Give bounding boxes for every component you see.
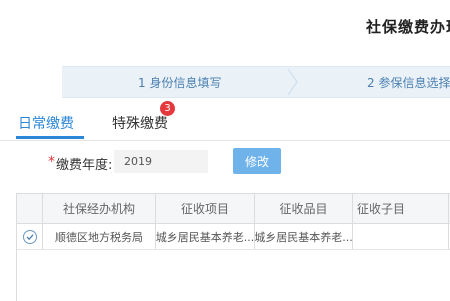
tab-daily-payment[interactable]: 日常缴费 <box>18 113 74 133</box>
payment-table: 社保经办机构 征收项目 征收品目 征收子目 顺德区地方税务局 城乡居民基本养老.… <box>16 193 450 301</box>
table-cell: 城乡居民基本养老... <box>156 224 255 249</box>
payment-year-label: 缴费年度: <box>56 158 113 173</box>
table-cell: 城乡居民基本养老... <box>255 224 353 249</box>
page-title: 社保缴费办理 <box>366 18 450 36</box>
column-header: 征收项目 <box>156 194 255 223</box>
table-cell: 顺德区地方税务局 <box>43 224 156 249</box>
table-header: 社保经办机构 征收项目 征收品目 征收子目 <box>17 194 450 224</box>
table-row[interactable]: 顺德区地方税务局 城乡居民基本养老... 城乡居民基本养老... 下 <box>17 224 450 250</box>
radio-check-icon[interactable] <box>22 229 37 244</box>
column-header: 征收子目 <box>353 194 449 223</box>
step-separator-icon <box>287 68 298 96</box>
select-column-header <box>17 194 43 223</box>
active-tab-indicator <box>16 136 84 139</box>
special-payment-badge: 3 <box>160 101 175 116</box>
row-select-cell[interactable] <box>17 224 43 249</box>
tab-special-payment[interactable]: 特殊缴费 <box>112 113 168 133</box>
modify-button[interactable]: 修改 <box>233 148 281 174</box>
required-mark: * <box>48 154 55 170</box>
progress-steps: 1 身份信息填写 2 参保信息选择 <box>62 66 450 98</box>
tab-bar: 日常缴费 特殊缴费 <box>0 100 450 141</box>
payment-year-row: * 缴费年度: 修改 <box>0 148 450 178</box>
step-insurance-info: 2 参保信息选择 <box>367 76 450 90</box>
column-header: 社保经办机构 <box>43 194 156 223</box>
table-cell <box>353 224 449 249</box>
payment-year-input[interactable] <box>114 150 208 173</box>
column-header: 征收品目 <box>255 194 353 223</box>
step-identity-info: 1 身份信息填写 <box>138 76 222 90</box>
